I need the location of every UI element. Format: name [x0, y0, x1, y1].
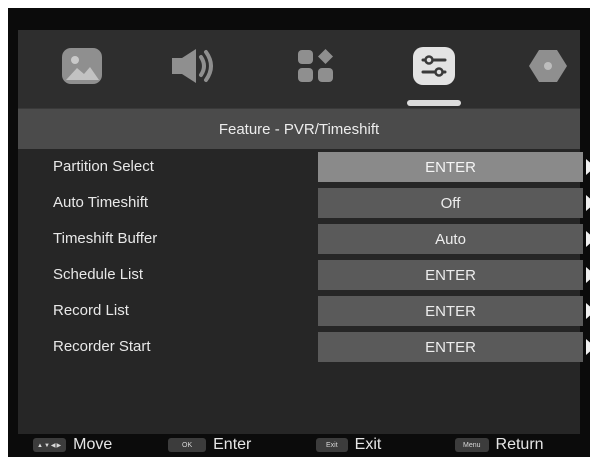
- help-exit-label: Exit: [354, 436, 382, 453]
- menu-item-label: Timeshift Buffer: [53, 230, 158, 247]
- arrow-right-icon: [586, 195, 590, 211]
- menu-list: Partition Select ENTER Auto Timeshift Of…: [18, 149, 590, 434]
- menu-item-label: Schedule List: [53, 266, 144, 283]
- ok-key-icon: OK: [168, 438, 207, 452]
- menu-item-value[interactable]: Off: [318, 188, 583, 218]
- help-exit: Exit Exit: [316, 436, 381, 454]
- menu-item-label: Record List: [53, 302, 129, 319]
- active-tab-indicator: [407, 100, 461, 106]
- menu-item-partition-select[interactable]: Partition Select ENTER: [18, 150, 590, 184]
- settings-sliders-icon: [412, 46, 456, 91]
- tab-support[interactable]: [526, 48, 570, 88]
- tab-sound[interactable]: [170, 48, 214, 88]
- menu-item-value[interactable]: Auto: [318, 224, 583, 254]
- help-move-label: Move: [73, 436, 113, 453]
- key-help-bar: ▲▼◀▶ Move OK Enter Exit Exit Menu Return: [8, 434, 590, 457]
- tab-apps[interactable]: [294, 48, 338, 88]
- menu-item-label: Partition Select: [53, 158, 154, 175]
- tv-osd-screen: Feature - PVR/Timeshift Partition Select…: [8, 8, 590, 457]
- hexagon-icon: [527, 47, 569, 90]
- help-return-label: Return: [495, 436, 544, 453]
- speaker-icon: [170, 47, 214, 90]
- menu-item-record-list[interactable]: Record List ENTER: [18, 294, 590, 328]
- menu-item-value[interactable]: ENTER: [318, 260, 583, 290]
- category-tab-bar: [18, 30, 580, 108]
- help-move: ▲▼◀▶ Move: [33, 436, 112, 454]
- help-return: Menu Return: [455, 436, 544, 454]
- tab-picture[interactable]: [60, 47, 104, 90]
- menu-item-auto-timeshift[interactable]: Auto Timeshift Off: [18, 186, 590, 220]
- arrow-right-icon: [586, 267, 590, 283]
- menu-item-value[interactable]: ENTER: [318, 332, 583, 362]
- menu-item-schedule-list[interactable]: Schedule List ENTER: [18, 258, 590, 292]
- exit-key-icon: Exit: [316, 438, 348, 452]
- menu-item-recorder-start[interactable]: Recorder Start ENTER: [18, 330, 590, 364]
- apps-icon: [296, 48, 336, 89]
- help-enter: OK Enter: [168, 436, 251, 454]
- arrow-right-icon: [586, 159, 590, 175]
- picture-icon: [61, 47, 103, 90]
- menu-item-value[interactable]: ENTER: [318, 152, 583, 182]
- arrow-right-icon: [586, 231, 590, 247]
- arrow-keys-icon: ▲▼◀▶: [33, 438, 67, 452]
- menu-item-timeshift-buffer[interactable]: Timeshift Buffer Auto: [18, 222, 590, 256]
- menu-item-value[interactable]: ENTER: [318, 296, 583, 326]
- arrow-right-icon: [586, 339, 590, 355]
- help-enter-label: Enter: [213, 436, 252, 453]
- page-title: Feature - PVR/Timeshift: [18, 108, 580, 150]
- tab-feature[interactable]: [412, 46, 456, 91]
- menu-item-label: Recorder Start: [53, 338, 151, 355]
- menu-item-label: Auto Timeshift: [53, 194, 149, 211]
- arrow-right-icon: [586, 303, 590, 319]
- menu-key-icon: Menu: [455, 438, 489, 452]
